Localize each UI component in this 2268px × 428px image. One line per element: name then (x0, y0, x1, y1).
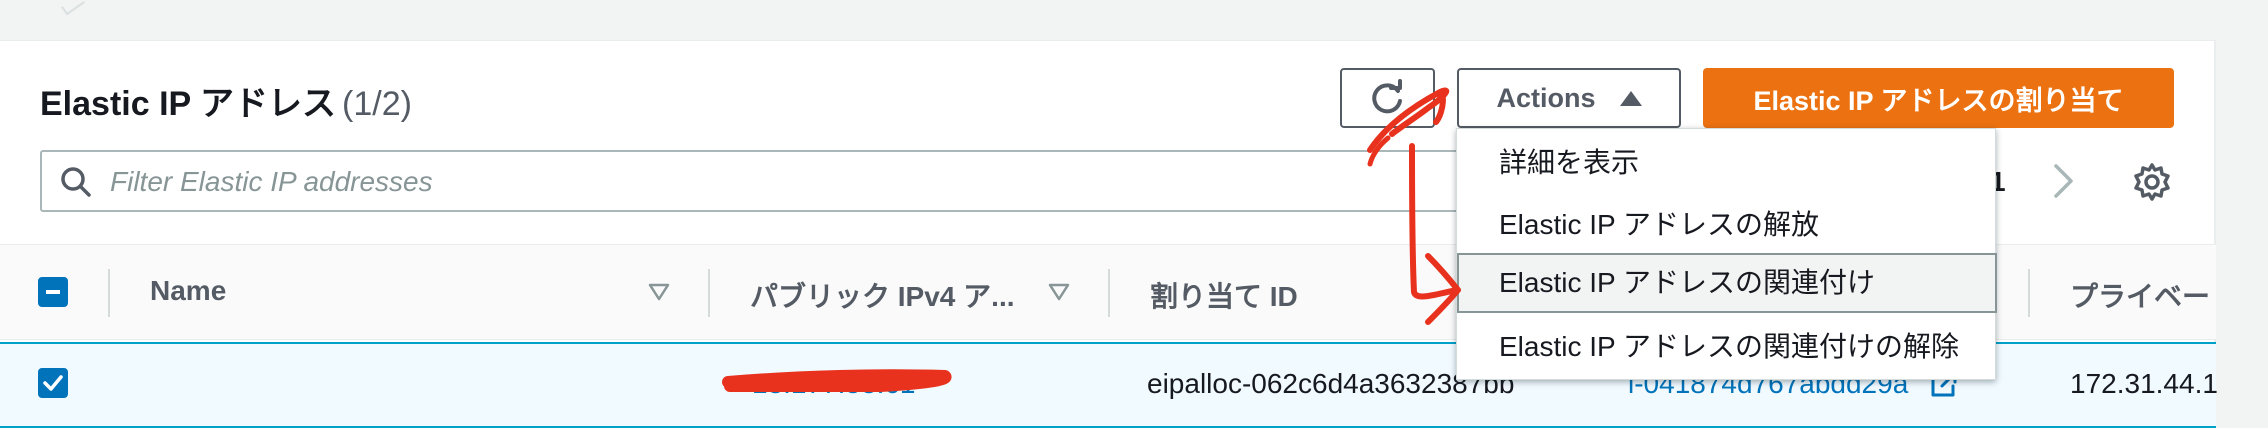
cell-private-ip: 172.31.44.1 (2070, 368, 2218, 399)
indeterminate-mark (46, 290, 60, 294)
menu-item-view-details[interactable]: 詳細を表示 (1457, 133, 1997, 193)
select-all-checkbox[interactable] (38, 277, 68, 307)
actions-button[interactable]: Actions (1457, 68, 1681, 128)
column-separator (2028, 269, 2030, 317)
column-header-private-ip[interactable]: プライベー (2070, 275, 2210, 315)
screenshot-stage: Elastic IP アドレス (1/2) Actions Elastic IP … (0, 0, 2268, 428)
refresh-button[interactable] (1340, 68, 1435, 128)
caret-up-icon (1619, 90, 1642, 106)
column-header-public-ip[interactable]: パブリック IPv4 ア... (750, 275, 1015, 315)
checkmark-icon (43, 375, 63, 391)
column-header-name[interactable]: Name (150, 275, 226, 307)
actions-dropdown-menu: 詳細を表示 Elastic IP アドレスの解放 Elastic IP アドレス… (1456, 128, 1997, 380)
allocate-button-label: Elastic IP アドレスの割り当て (1753, 85, 2124, 116)
row-checkbox[interactable] (38, 368, 68, 398)
selection-count: (1/2) (342, 85, 412, 123)
column-header-allocation-id[interactable]: 割り当て ID (1150, 275, 1298, 315)
gear-icon[interactable] (2132, 162, 2172, 202)
cell-public-ip[interactable]: 18.177.58.61 (752, 368, 916, 400)
refresh-icon (1371, 79, 1402, 114)
menu-item-associate-address[interactable]: Elastic IP アドレスの関連付け (1457, 253, 1997, 313)
chevron-right-icon[interactable] (2052, 162, 2076, 200)
menu-item-disassociate-address[interactable]: Elastic IP アドレスの関連付けの解除 (1457, 317, 1997, 377)
column-separator (708, 269, 710, 317)
page-title-text: Elastic IP アドレス (40, 85, 337, 123)
breadcrumb-mark (61, 0, 85, 16)
column-separator (1108, 269, 1110, 317)
sort-down-icon[interactable] (648, 283, 670, 301)
actions-button-label: Actions (1496, 82, 1596, 113)
page-title: Elastic IP アドレス (1/2) (40, 76, 412, 125)
allocate-elastic-ip-button[interactable]: Elastic IP アドレスの割り当て (1703, 68, 2174, 128)
menu-item-release-address[interactable]: Elastic IP アドレスの解放 (1457, 195, 1997, 255)
search-icon (61, 167, 91, 197)
column-separator (108, 269, 110, 317)
top-strip (0, 0, 2268, 40)
sort-down-icon[interactable] (1048, 283, 1070, 301)
search-box[interactable] (40, 150, 1500, 212)
search-input[interactable] (110, 160, 1470, 204)
